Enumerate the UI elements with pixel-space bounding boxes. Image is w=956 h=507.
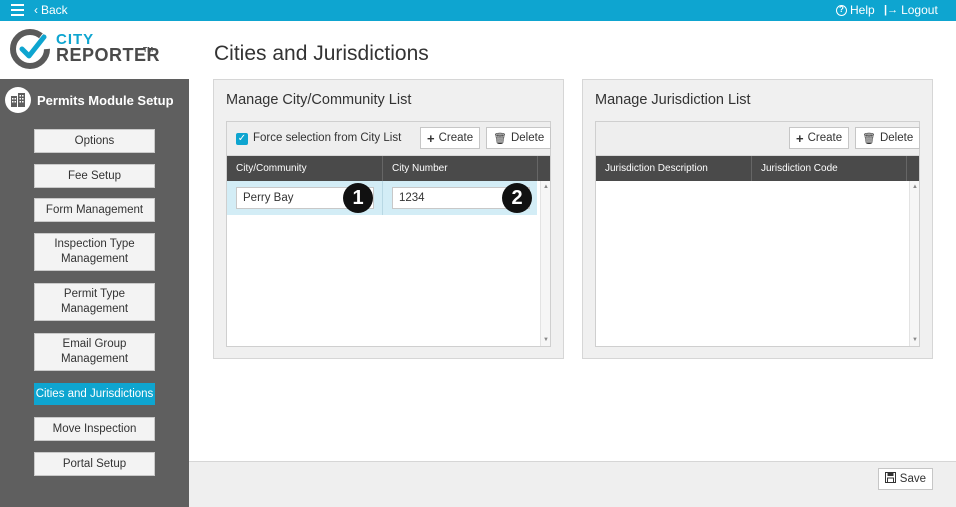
city-panel-title: Manage City/Community List — [226, 92, 412, 108]
city-create-label: Create — [438, 132, 474, 144]
plus-icon: + — [427, 130, 435, 146]
city-grid-body: 1 2 ▲ ▼ — [227, 181, 550, 346]
jurisdiction-grid-body: ▲ ▼ — [596, 181, 919, 346]
jurisdiction-delete-label: Delete — [879, 132, 914, 144]
building-icon — [5, 87, 31, 113]
top-bar: ‹ Back ? Help |→ Logout — [0, 0, 956, 21]
column-divider — [382, 156, 383, 181]
sidebar-item-inspection-type-management[interactable]: Inspection Type Management — [34, 233, 155, 271]
scroll-down-icon[interactable]: ▼ — [912, 337, 918, 343]
city-grid: ✓ Force selection from City List + Creat… — [226, 121, 552, 347]
jurisdiction-grid: + Create 🗑 Delete Jurisdiction Descripti… — [595, 121, 921, 347]
sidebar-item-cities-and-jurisdictions[interactable]: Cities and Jurisdictions — [34, 383, 155, 405]
save-button[interactable]: Save — [877, 468, 933, 490]
jurisdiction-panel: Manage Jurisdiction List + Create 🗑 Dele… — [582, 79, 933, 359]
city-toolbar: ✓ Force selection from City List + Creat… — [227, 122, 552, 156]
force-selection-label: Force selection from City List — [253, 132, 402, 144]
city-create-button[interactable]: + Create — [420, 127, 481, 149]
column-divider — [906, 156, 907, 181]
sidebar-item-fee-setup[interactable]: Fee Setup — [34, 164, 155, 188]
logout-link[interactable]: |→ Logout — [884, 3, 938, 17]
step-badge-2: 2 — [502, 183, 532, 213]
logout-label: Logout — [901, 3, 938, 17]
brand-tm: TM — [143, 47, 154, 54]
sidebar-item-portal-setup[interactable]: Portal Setup — [34, 452, 155, 476]
back-link[interactable]: ‹ Back — [34, 3, 68, 17]
city-grid-scrollbar[interactable]: ▲ ▼ — [540, 181, 550, 346]
column-jurisdiction-code[interactable]: Jurisdiction Code — [761, 163, 838, 174]
city-delete-button[interactable]: 🗑 Delete — [486, 127, 552, 149]
scroll-down-icon[interactable]: ▼ — [543, 337, 549, 343]
table-row[interactable]: 1 2 — [227, 181, 537, 215]
sidebar-item-permit-type-management[interactable]: Permit Type Management — [34, 283, 155, 321]
city-delete-label: Delete — [510, 132, 545, 144]
jurisdiction-create-button[interactable]: + Create — [789, 127, 850, 149]
column-divider — [751, 156, 752, 181]
column-jurisdiction-description[interactable]: Jurisdiction Description — [605, 163, 708, 174]
scroll-up-icon[interactable]: ▲ — [912, 184, 918, 190]
jurisdiction-delete-button[interactable]: 🗑 Delete — [855, 127, 921, 149]
jurisdiction-toolbar: + Create 🗑 Delete — [596, 122, 921, 156]
back-label: Back — [41, 3, 68, 17]
jurisdiction-panel-title: Manage Jurisdiction List — [595, 92, 751, 108]
trash-icon: 🗑 — [862, 132, 876, 145]
column-city-community[interactable]: City/Community — [236, 163, 307, 174]
step-badge-1: 1 — [343, 183, 373, 213]
sidebar-title: Permits Module Setup — [37, 92, 174, 108]
sidebar: Permits Module Setup Options Fee Setup F… — [0, 79, 189, 507]
column-divider — [537, 156, 538, 181]
help-label: Help — [850, 3, 875, 17]
plus-icon: + — [796, 130, 804, 146]
row-divider — [382, 181, 383, 215]
chevron-left-icon: ‹ — [34, 3, 38, 17]
sidebar-item-options[interactable]: Options — [34, 129, 155, 153]
scroll-up-icon[interactable]: ▲ — [543, 184, 549, 190]
logout-icon: |→ — [884, 4, 899, 16]
jurisdiction-grid-scrollbar[interactable]: ▲ ▼ — [909, 181, 919, 346]
sidebar-item-email-group-management[interactable]: Email Group Management — [34, 333, 155, 371]
help-icon: ? — [836, 4, 847, 16]
footer-bar: Save — [189, 461, 956, 507]
city-grid-header: City/Community City Number — [227, 156, 550, 181]
sidebar-item-form-management[interactable]: Form Management — [34, 198, 155, 222]
trash-icon: 🗑 — [493, 132, 507, 145]
column-city-number[interactable]: City Number — [392, 163, 448, 174]
save-icon — [884, 472, 896, 486]
jurisdiction-create-label: Create — [807, 132, 843, 144]
page-title: Cities and Jurisdictions — [214, 42, 429, 65]
help-link[interactable]: ? Help — [836, 3, 875, 17]
save-label: Save — [899, 473, 926, 485]
city-panel: Manage City/Community List ✓ Force selec… — [213, 79, 564, 359]
sidebar-header: Permits Module Setup — [0, 79, 189, 121]
logo: CITY REPORTER TM — [0, 21, 189, 79]
sidebar-item-move-inspection[interactable]: Move Inspection — [34, 417, 155, 441]
force-selection-checkbox[interactable]: ✓ — [236, 133, 248, 145]
menu-icon[interactable] — [11, 4, 24, 16]
jurisdiction-grid-header: Jurisdiction Description Jurisdiction Co… — [596, 156, 919, 181]
